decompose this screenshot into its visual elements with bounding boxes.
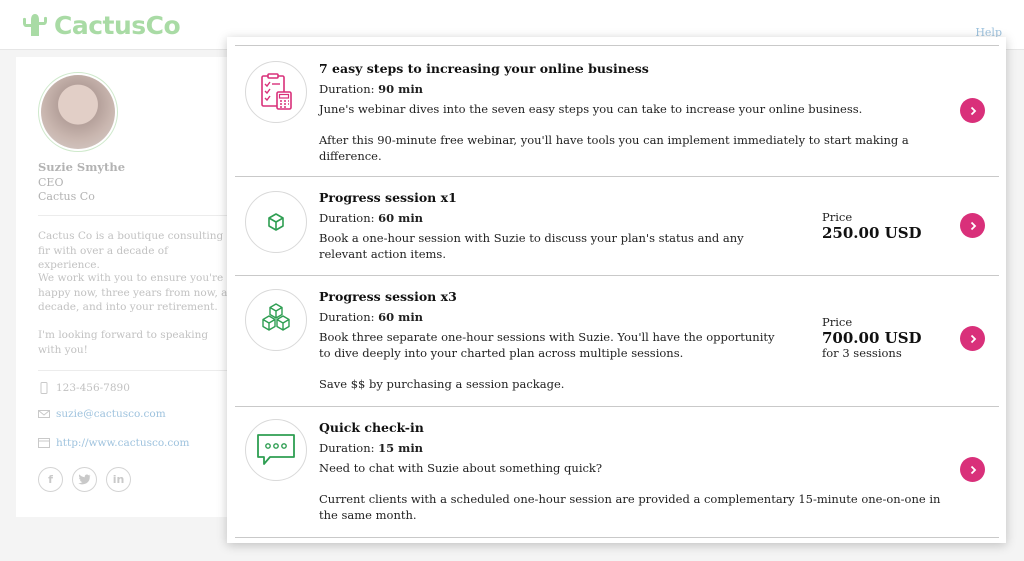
- chevron-right-icon: [970, 106, 976, 115]
- service-title: Quick check-in: [319, 420, 424, 435]
- phone-icon: [40, 382, 48, 394]
- service-item[interactable]: Quick check-in Duration: 15 min Need to …: [235, 407, 999, 538]
- select-service-button[interactable]: [960, 457, 985, 482]
- stacked-boxes-icon: [245, 289, 307, 351]
- price-label: Price: [822, 315, 853, 329]
- service-item[interactable]: 7 easy steps to increasing your online b…: [235, 46, 999, 177]
- service-content: 7 easy steps to increasing your online b…: [319, 61, 919, 164]
- logo[interactable]: CactusCo: [20, 10, 181, 40]
- profile-company: Cactus Co: [38, 190, 95, 203]
- profile-title: CEO: [38, 176, 64, 189]
- mail-icon: [38, 410, 50, 418]
- profile-card: Suzie Smythe CEO Cactus Co Cactus Co is …: [16, 57, 228, 517]
- select-service-button[interactable]: [960, 326, 985, 351]
- divider: [38, 370, 228, 371]
- service-description: Book a one-hour session with Suzie to di…: [319, 231, 744, 261]
- profile-name: Suzie Smythe: [38, 160, 126, 174]
- twitter-icon[interactable]: [72, 467, 97, 492]
- services-modal: 7 easy steps to increasing your online b…: [227, 37, 1006, 543]
- contact-website[interactable]: http://www.cactusco.com: [38, 437, 190, 449]
- single-box-icon: [245, 191, 307, 253]
- facebook-icon[interactable]: f: [38, 467, 63, 492]
- service-duration: Duration: 15 min: [319, 441, 424, 455]
- service-title: Progress session x3: [319, 289, 457, 304]
- price-value: 700.00 USD: [822, 329, 922, 347]
- price-note: for 3 sessions: [822, 346, 902, 360]
- select-service-button[interactable]: [960, 213, 985, 238]
- checklist-calculator-icon: [245, 61, 307, 123]
- divider: [38, 215, 228, 216]
- cactus-logo-icon: [23, 14, 47, 36]
- bio-paragraph: I'm looking forward to speaking with you…: [38, 329, 209, 356]
- price-value: 250.00 USD: [822, 224, 922, 242]
- contact-phone: 123-456-7890: [38, 382, 130, 394]
- service-content: Quick check-in Duration: 15 min Need to …: [319, 420, 949, 523]
- price-box: Price 250.00 USD: [822, 210, 922, 242]
- contact-email[interactable]: suzie@cactusco.com: [38, 408, 166, 420]
- service-title: 7 easy steps to increasing your online b…: [319, 61, 649, 76]
- service-item[interactable]: Progress session x3 Duration: 60 min Boo…: [235, 276, 999, 407]
- browser-icon: [38, 438, 50, 448]
- service-content: Progress session x3 Duration: 60 min Boo…: [319, 289, 789, 392]
- service-title: Progress session x1: [319, 190, 457, 205]
- price-label: Price: [822, 210, 853, 224]
- bio-paragraph: Cactus Co is a boutique consulting fir w…: [38, 230, 224, 271]
- chat-bubble-icon: [245, 419, 307, 481]
- service-duration: Duration: 90 min: [319, 82, 424, 96]
- service-description: Book three separate one-hour sessions wi…: [319, 330, 775, 360]
- linkedin-icon[interactable]: in: [106, 467, 131, 492]
- service-description: June's webinar dives into the seven easy…: [319, 102, 863, 116]
- service-duration: Duration: 60 min: [319, 211, 424, 225]
- chevron-right-icon: [970, 465, 976, 474]
- bio-paragraph: We work with you to ensure you're happy …: [38, 272, 228, 313]
- price-box: Price 700.00 USD for 3 sessions: [822, 315, 922, 360]
- service-content: Progress session x1 Duration: 60 min Boo…: [319, 190, 789, 262]
- select-service-button[interactable]: [960, 98, 985, 123]
- chevron-right-icon: [970, 221, 976, 230]
- social-links: f in: [38, 467, 131, 492]
- chevron-right-icon: [970, 334, 976, 343]
- service-duration: Duration: 60 min: [319, 310, 424, 324]
- avatar: [38, 72, 118, 152]
- service-extra: Save $$ by purchasing a session package.: [319, 377, 565, 391]
- service-extra: Current clients with a scheduled one-hou…: [319, 492, 941, 522]
- service-item[interactable]: Progress session x1 Duration: 60 min Boo…: [235, 177, 999, 276]
- service-list: 7 easy steps to increasing your online b…: [235, 45, 999, 538]
- logo-text: CactusCo: [54, 10, 181, 40]
- service-description: Need to chat with Suzie about something …: [319, 461, 603, 475]
- service-extra: After this 90-minute free webinar, you'l…: [319, 133, 909, 163]
